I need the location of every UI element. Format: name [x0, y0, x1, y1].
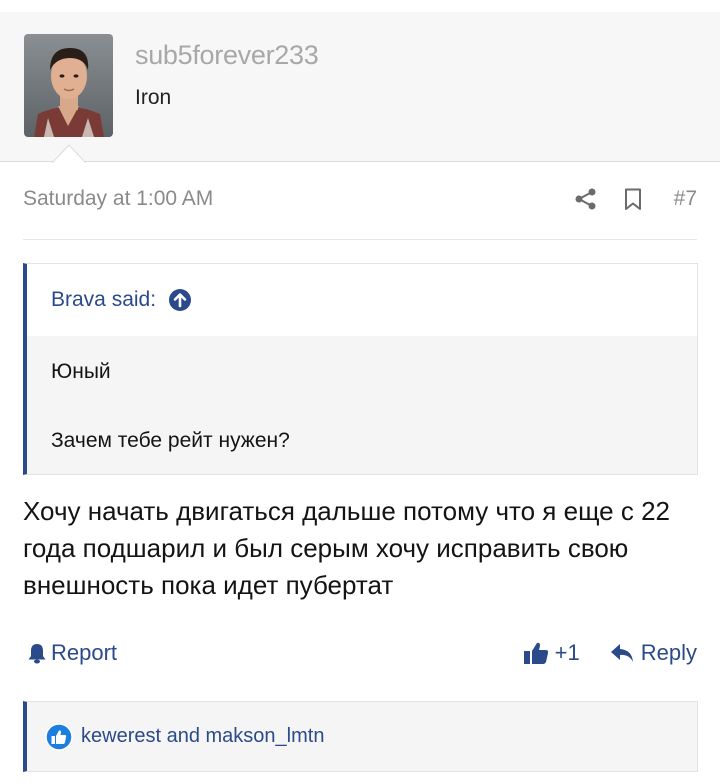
reactions-bar: kewerest and makson_lmtn	[23, 701, 698, 772]
quote-block: Brava said: Юный Зачем тебе рейт нужен?	[23, 263, 698, 475]
quote-text-line: Юный	[51, 360, 111, 383]
report-label: Report	[51, 640, 118, 665]
username[interactable]: sub5forever233	[135, 40, 319, 71]
post-number-link[interactable]: #7	[674, 187, 697, 211]
post-date[interactable]: Saturday at 1:00 AM	[23, 187, 213, 211]
reply-button[interactable]: Reply	[641, 640, 697, 666]
report-button[interactable]: Report	[27, 640, 117, 666]
quote-header: Brava said:	[27, 264, 697, 336]
post-right-actions: +1 Reply	[523, 640, 697, 666]
divider	[23, 239, 697, 240]
post-author-header: sub5forever233 Iron	[0, 12, 720, 162]
share-icon[interactable]	[574, 187, 598, 211]
arrow-up-circle-icon[interactable]	[168, 288, 192, 312]
post-meta-actions: #7	[574, 184, 697, 214]
header-pointer-arrow	[52, 144, 86, 163]
thumbs-up-icon[interactable]	[523, 641, 549, 665]
like-count[interactable]: +1	[555, 640, 580, 666]
avatar[interactable]	[24, 34, 113, 137]
post-body-text: Хочу начать двигаться дальше потому что …	[23, 496, 670, 600]
post-actions: Report +1 Reply	[23, 640, 697, 672]
like-reaction-icon	[45, 722, 73, 751]
user-rank: Iron	[135, 86, 172, 109]
quote-text-line: Зачем тебе рейт нужен?	[51, 429, 290, 452]
reply-icon	[610, 644, 633, 662]
quote-author-label: Brava said:	[51, 288, 157, 311]
reaction-users-link[interactable]: kewerest and makson_lmtn	[81, 725, 324, 748]
quote-author-link[interactable]: Brava said:	[51, 288, 192, 312]
bell-icon	[28, 644, 46, 664]
bookmark-icon[interactable]	[624, 188, 642, 211]
